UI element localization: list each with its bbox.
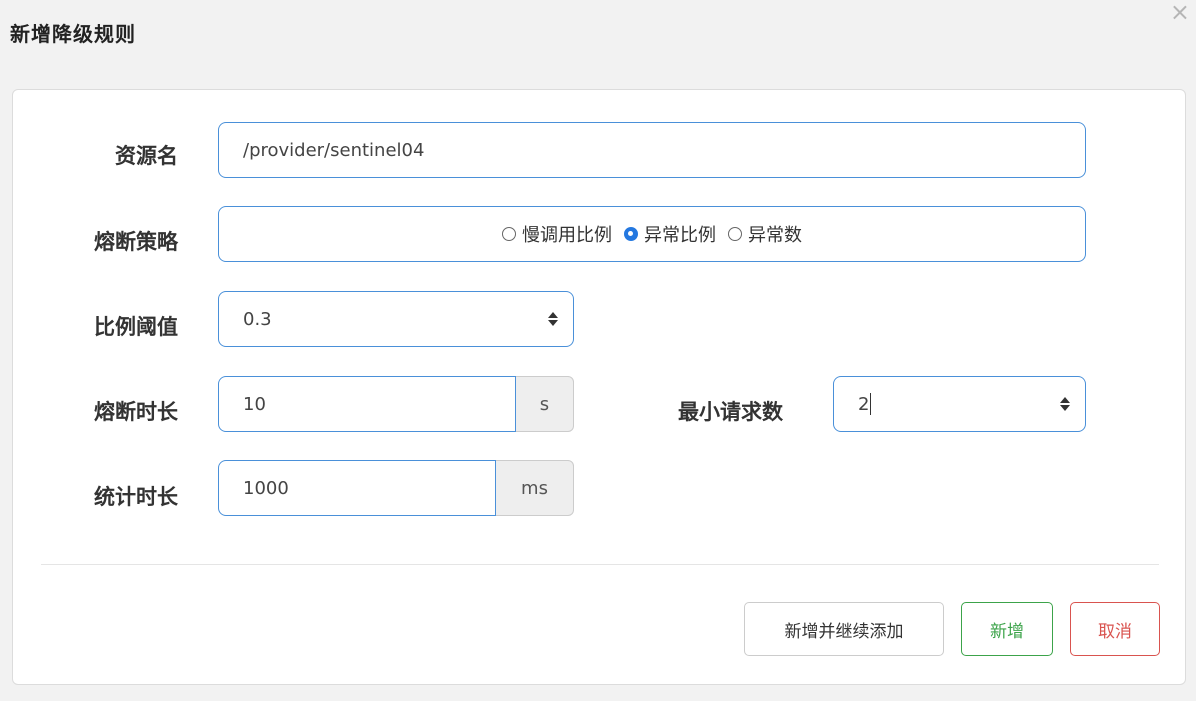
radio-checked-icon[interactable] [624, 227, 638, 241]
break-duration-value: 10 [243, 393, 266, 415]
resource-value: /provider/sentinel04 [243, 139, 425, 161]
min-requests-label: 最小请求数 [678, 400, 783, 424]
strategy-option-label: 慢调用比例 [522, 225, 612, 246]
strategy-option-error-count[interactable]: 异常数 [728, 221, 802, 247]
resource-label: 资源名 [115, 144, 178, 168]
strategy-radio-group: 慢调用比例 异常比例 异常数 [218, 206, 1086, 262]
break-duration-unit: s [516, 376, 574, 432]
number-spinner-icon[interactable] [547, 311, 559, 327]
add-button[interactable]: 新增 [961, 602, 1053, 656]
stat-duration-unit: ms [496, 460, 574, 516]
strategy-label: 熔断策略 [94, 230, 178, 254]
strategy-option-label: 异常比例 [644, 225, 716, 246]
radio-unchecked-icon[interactable] [728, 227, 742, 241]
min-requests-value: 2 [858, 393, 870, 415]
text-cursor [870, 393, 872, 415]
strategy-option-error-ratio[interactable]: 异常比例 [624, 221, 716, 247]
close-icon[interactable]: × [1170, 0, 1190, 24]
number-spinner-icon[interactable] [1059, 396, 1071, 412]
break-duration-input[interactable]: 10 [218, 376, 516, 432]
radio-unchecked-icon[interactable] [502, 227, 516, 241]
min-requests-input[interactable]: 2 [833, 376, 1086, 432]
stat-duration-label: 统计时长 [94, 485, 178, 509]
strategy-option-slow-ratio[interactable]: 慢调用比例 [502, 221, 612, 247]
ratio-threshold-input[interactable]: 0.3 [218, 291, 574, 347]
break-duration-label: 熔断时长 [94, 400, 178, 424]
stat-duration-value: 1000 [243, 477, 289, 499]
stat-duration-input[interactable]: 1000 [218, 460, 496, 516]
strategy-option-label: 异常数 [748, 225, 802, 246]
form-panel: 资源名 /provider/sentinel04 熔断策略 慢调用比例 异常比例… [12, 89, 1186, 685]
footer-divider [41, 564, 1159, 565]
ratio-threshold-label: 比例阈值 [94, 315, 178, 339]
cancel-button[interactable]: 取消 [1070, 602, 1160, 656]
add-continue-button[interactable]: 新增并继续添加 [744, 602, 944, 656]
ratio-threshold-value: 0.3 [243, 308, 272, 330]
resource-input[interactable]: /provider/sentinel04 [218, 122, 1086, 178]
dialog-title: 新增降级规则 [10, 22, 136, 46]
